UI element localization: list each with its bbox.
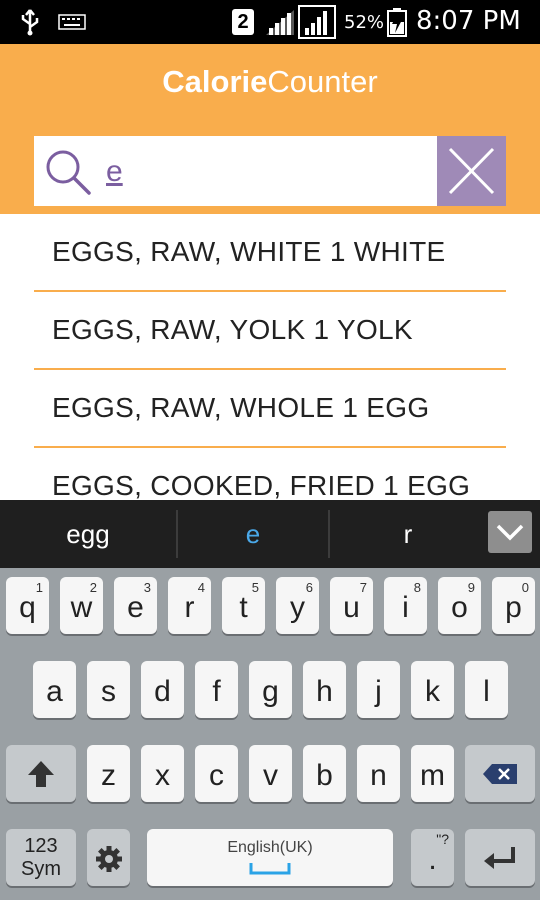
search-input[interactable] bbox=[106, 152, 406, 192]
backspace-icon bbox=[483, 764, 517, 784]
key-label: u bbox=[343, 591, 360, 624]
signal-icon-secondary bbox=[298, 5, 336, 39]
gear-icon bbox=[96, 846, 122, 872]
key-n[interactable]: n bbox=[357, 745, 400, 802]
clear-search-button[interactable] bbox=[437, 136, 506, 206]
battery-charging-icon bbox=[387, 8, 407, 37]
settings-key[interactable] bbox=[87, 829, 130, 886]
backspace-key[interactable] bbox=[465, 745, 535, 802]
key-label: t bbox=[239, 591, 248, 624]
key-label: l bbox=[483, 675, 490, 708]
key-label: a bbox=[46, 675, 63, 708]
key-label: o bbox=[451, 591, 468, 624]
search-icon bbox=[46, 150, 91, 195]
key-a[interactable]: a bbox=[33, 661, 76, 718]
key-label: j bbox=[375, 675, 382, 708]
key-t[interactable]: 5t bbox=[222, 577, 265, 634]
key-label: p bbox=[505, 591, 522, 624]
shift-key[interactable] bbox=[6, 745, 76, 802]
key-label: v bbox=[263, 759, 278, 792]
key-p[interactable]: 0p bbox=[492, 577, 535, 634]
close-icon bbox=[448, 147, 495, 195]
app-title-bold: Calorie bbox=[162, 64, 268, 99]
key-i[interactable]: 8i bbox=[384, 577, 427, 634]
result-item[interactable]: EGGS, RAW, YOLK 1 YOLK bbox=[34, 292, 506, 370]
space-bar-icon bbox=[249, 863, 291, 875]
key-label: b bbox=[316, 759, 333, 792]
key-label: y bbox=[290, 591, 305, 624]
result-item[interactable]: EGGS, RAW, WHOLE 1 EGG bbox=[34, 370, 506, 448]
key-r[interactable]: 4r bbox=[168, 577, 211, 634]
shift-icon bbox=[28, 761, 54, 787]
key-z[interactable]: z bbox=[87, 745, 130, 802]
key-g[interactable]: g bbox=[249, 661, 292, 718]
suggestion-item[interactable]: r bbox=[330, 500, 486, 568]
key-label: r bbox=[184, 591, 195, 624]
key-f[interactable]: f bbox=[195, 661, 238, 718]
suggestion-bar: egg e r bbox=[0, 500, 540, 568]
key-m[interactable]: m bbox=[411, 745, 454, 802]
key-label: z bbox=[101, 759, 116, 792]
key-label: d bbox=[154, 675, 171, 708]
key-label: q bbox=[19, 591, 36, 624]
results-list: EGGS, RAW, WHITE 1 WHITE EGGS, RAW, YOLK… bbox=[0, 214, 540, 500]
battery-percent: 52% bbox=[344, 12, 385, 33]
symbols-key[interactable]: 123 Sym bbox=[6, 829, 76, 886]
result-label: EGGS, RAW, WHOLE 1 EGG bbox=[52, 392, 430, 423]
key-label: i bbox=[402, 591, 409, 624]
result-item[interactable]: EGGS, COOKED, FRIED 1 EGG bbox=[34, 448, 506, 500]
enter-key[interactable] bbox=[465, 829, 535, 886]
key-u[interactable]: 7u bbox=[330, 577, 373, 634]
key-label: h bbox=[316, 675, 333, 708]
suggestion-item-selected[interactable]: e bbox=[178, 500, 328, 568]
key-o[interactable]: 9o bbox=[438, 577, 481, 634]
result-item[interactable]: EGGS, RAW, WHITE 1 WHITE bbox=[34, 214, 506, 292]
usb-icon bbox=[21, 9, 39, 36]
keyboard-icon bbox=[58, 14, 86, 30]
key-label: c bbox=[209, 759, 224, 792]
key-label: w bbox=[70, 591, 93, 624]
app-title: CalorieCounter bbox=[0, 64, 540, 100]
key-label: s bbox=[101, 675, 116, 708]
clock: 8:07 PM bbox=[416, 6, 521, 36]
space-language-label: English(UK) bbox=[227, 839, 313, 856]
key-y[interactable]: 6y bbox=[276, 577, 319, 634]
signal-icon bbox=[266, 10, 294, 35]
key-label: k bbox=[425, 675, 440, 708]
key-j[interactable]: j bbox=[357, 661, 400, 718]
symbols-key-line1: 123 bbox=[24, 835, 58, 857]
key-w[interactable]: 2w bbox=[60, 577, 103, 634]
app-title-regular: Counter bbox=[267, 64, 378, 99]
key-b[interactable]: b bbox=[303, 745, 346, 802]
period-key-label: . bbox=[428, 843, 437, 876]
symbols-key-line2: Sym bbox=[21, 858, 61, 880]
key-x[interactable]: x bbox=[141, 745, 184, 802]
key-v[interactable]: v bbox=[249, 745, 292, 802]
key-label: n bbox=[370, 759, 387, 792]
key-s[interactable]: s bbox=[87, 661, 130, 718]
result-label: EGGS, RAW, WHITE 1 WHITE bbox=[52, 236, 446, 267]
key-e[interactable]: 3e bbox=[114, 577, 157, 634]
key-label: g bbox=[262, 675, 279, 708]
sim-slot-badge: 2 bbox=[232, 9, 254, 35]
period-key[interactable]: "? . bbox=[411, 829, 454, 886]
enter-icon bbox=[484, 847, 515, 869]
result-label: EGGS, COOKED, FRIED 1 EGG bbox=[52, 470, 471, 500]
key-label: x bbox=[155, 759, 170, 792]
collapse-keyboard-button[interactable] bbox=[488, 511, 532, 553]
key-l[interactable]: l bbox=[465, 661, 508, 718]
key-label: e bbox=[127, 591, 144, 624]
space-key[interactable]: English(UK) bbox=[147, 829, 393, 886]
key-k[interactable]: k bbox=[411, 661, 454, 718]
key-label: m bbox=[420, 759, 445, 792]
suggestion-item[interactable]: egg bbox=[0, 500, 176, 568]
key-d[interactable]: d bbox=[141, 661, 184, 718]
result-label: EGGS, RAW, YOLK 1 YOLK bbox=[52, 314, 413, 345]
key-h[interactable]: h bbox=[303, 661, 346, 718]
key-label: f bbox=[212, 675, 221, 708]
chevron-down-icon bbox=[496, 524, 524, 541]
key-c[interactable]: c bbox=[195, 745, 238, 802]
key-q[interactable]: 1q bbox=[6, 577, 49, 634]
status-bar: 2 52% 8:07 PM bbox=[0, 0, 540, 44]
